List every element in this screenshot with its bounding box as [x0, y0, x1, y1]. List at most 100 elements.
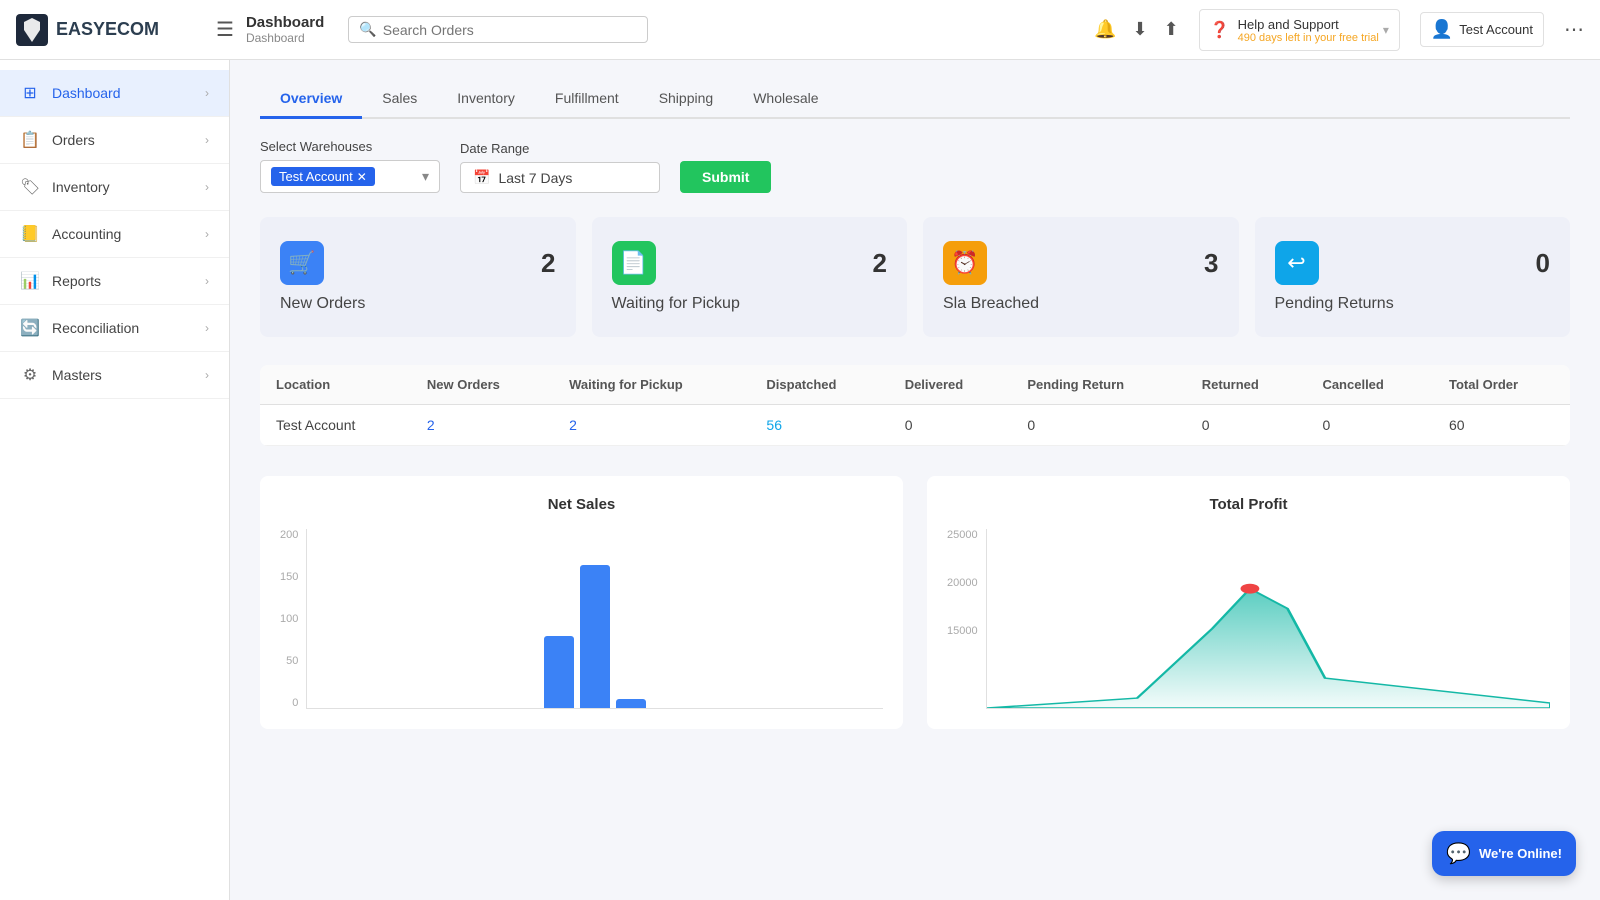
profit-area-chart — [987, 529, 1550, 708]
masters-icon: ⚙ — [20, 365, 40, 385]
col-delivered: Delivered — [889, 365, 1012, 405]
date-label: Date Range — [460, 141, 660, 156]
total-profit-chart: Total Profit 25000 20000 15000 — [927, 476, 1570, 729]
stat-card-new-orders[interactable]: 🛒 2 New Orders — [260, 217, 576, 337]
tab-shipping[interactable]: Shipping — [639, 80, 734, 119]
table-body: Test Account2256000060 — [260, 405, 1570, 446]
sidebar-label-accounting: Accounting — [52, 226, 121, 242]
reports-icon: 📊 — [20, 271, 40, 291]
waiting-pickup-label: Waiting for Pickup — [612, 295, 888, 313]
tab-wholesale[interactable]: Wholesale — [733, 80, 838, 119]
sla-breached-icon: ⏰ — [943, 241, 987, 285]
tab-bar: OverviewSalesInventoryFulfillmentShippin… — [260, 80, 1570, 119]
warehouse-tag: Test Account ✕ — [271, 167, 375, 186]
tab-fulfillment[interactable]: Fulfillment — [535, 80, 639, 119]
more-options-button[interactable]: ⋯ — [1564, 17, 1584, 42]
stat-card-header: ⏰ 3 — [943, 241, 1219, 285]
date-range-picker[interactable]: 📅 Last 7 Days — [460, 162, 660, 193]
chevron-right-icon: › — [205, 368, 209, 382]
chevron-right-icon: › — [205, 133, 209, 147]
chevron-right-icon: › — [205, 180, 209, 194]
download-icon[interactable]: ⬇ — [1132, 19, 1147, 40]
search-input[interactable] — [383, 22, 638, 38]
warehouse-tag-text: Test Account — [279, 169, 353, 184]
logo-icon — [16, 14, 48, 46]
col-location: Location — [260, 365, 411, 405]
breadcrumb-title: Dashboard — [246, 14, 324, 31]
sidebar-item-reconciliation[interactable]: 🔄 Reconciliation › — [0, 305, 229, 352]
sidebar-item-orders[interactable]: 📋 Orders › — [0, 117, 229, 164]
total-profit-y-labels: 25000 20000 15000 — [947, 529, 978, 709]
table-cell-5: 0 — [1011, 405, 1185, 446]
net-sales-bars — [306, 529, 883, 709]
charts-section: Net Sales 200 150 100 50 0 — [260, 476, 1570, 729]
net-sales-y-labels: 200 150 100 50 0 — [280, 529, 298, 709]
submit-button[interactable]: Submit — [680, 161, 771, 193]
table-cell-4: 0 — [889, 405, 1012, 446]
help-support-button[interactable]: ❓ Help and Support 490 days left in your… — [1199, 9, 1400, 51]
tab-inventory[interactable]: Inventory — [437, 80, 535, 119]
upload-icon[interactable]: ⬆ — [1164, 19, 1179, 40]
table-cell-0: Test Account — [260, 405, 411, 446]
chevron-right-icon: › — [205, 321, 209, 335]
warehouse-select[interactable]: Test Account ✕ ▾ — [260, 160, 440, 193]
col-pending-return: Pending Return — [1011, 365, 1185, 405]
search-icon: 🔍 — [359, 21, 376, 38]
account-icon: 👤 — [1431, 19, 1453, 40]
table-header-row: LocationNew OrdersWaiting for PickupDisp… — [260, 365, 1570, 405]
warehouse-chevron-icon: ▾ — [422, 168, 429, 185]
sidebar-label-reports: Reports — [52, 273, 101, 289]
orders-icon: 📋 — [20, 130, 40, 150]
sidebar-item-reports[interactable]: 📊 Reports › — [0, 258, 229, 305]
waiting-pickup-count: 2 — [873, 248, 887, 279]
total-profit-area — [986, 529, 1550, 709]
pending-returns-icon: ↩ — [1275, 241, 1319, 285]
action-icons: 🔔 ⬇ ⬆ — [1094, 19, 1179, 40]
app-name: EASYECOM — [56, 19, 159, 40]
tab-sales[interactable]: Sales — [362, 80, 437, 119]
stat-card-waiting-pickup[interactable]: 📄 2 Waiting for Pickup — [592, 217, 908, 337]
sla-breached-count: 3 — [1204, 248, 1218, 279]
layout: ⊞ Dashboard › 📋 Orders › 🏷 Inventory › 📒… — [0, 60, 1600, 900]
pending-returns-label: Pending Returns — [1275, 295, 1551, 313]
logo: EASYECOM — [16, 14, 216, 46]
filters-bar: Select Warehouses Test Account ✕ ▾ Date … — [260, 139, 1570, 193]
table-cell-6: 0 — [1186, 405, 1307, 446]
table-cell-2[interactable]: 2 — [553, 405, 750, 446]
sidebar-item-masters[interactable]: ⚙ Masters › — [0, 352, 229, 399]
reconciliation-icon: 🔄 — [20, 318, 40, 338]
col-waiting-for-pickup: Waiting for Pickup — [553, 365, 750, 405]
col-dispatched: Dispatched — [750, 365, 888, 405]
pending-returns-count: 0 — [1536, 248, 1550, 279]
waiting-pickup-icon: 📄 — [612, 241, 656, 285]
main-content: OverviewSalesInventoryFulfillmentShippin… — [230, 60, 1600, 900]
stat-card-pending-returns[interactable]: ↩ 0 Pending Returns — [1255, 217, 1571, 337]
table-cell-8: 60 — [1433, 405, 1570, 446]
table-cell-1[interactable]: 2 — [411, 405, 553, 446]
calendar-icon: 📅 — [473, 169, 490, 186]
topbar-actions: 🔔 ⬇ ⬆ ❓ Help and Support 490 days left i… — [1094, 9, 1584, 51]
table-cell-3[interactable]: 56 — [750, 405, 888, 446]
breadcrumb: Dashboard Dashboard — [246, 14, 324, 45]
warehouse-tag-close[interactable]: ✕ — [357, 170, 367, 184]
notification-icon[interactable]: 🔔 — [1094, 19, 1116, 40]
tab-overview[interactable]: Overview — [260, 80, 362, 119]
chevron-right-icon: › — [205, 274, 209, 288]
help-icon: ❓ — [1210, 20, 1230, 40]
sidebar: ⊞ Dashboard › 📋 Orders › 🏷 Inventory › 📒… — [0, 60, 230, 900]
table-row: Test Account2256000060 — [260, 405, 1570, 446]
chevron-down-icon: ▾ — [1383, 23, 1389, 37]
col-cancelled: Cancelled — [1306, 365, 1433, 405]
sidebar-item-inventory[interactable]: 🏷 Inventory › — [0, 164, 229, 211]
total-profit-title: Total Profit — [947, 496, 1550, 513]
search-box[interactable]: 🔍 — [348, 16, 648, 43]
menu-button[interactable]: ☰ — [216, 17, 234, 42]
orders-table: LocationNew OrdersWaiting for PickupDisp… — [260, 365, 1570, 446]
peak-dot — [1240, 584, 1259, 594]
account-menu[interactable]: 👤 Test Account — [1420, 12, 1544, 47]
sidebar-item-dashboard[interactable]: ⊞ Dashboard › — [0, 70, 229, 117]
chat-widget[interactable]: 💬 We're Online! — [1432, 831, 1576, 876]
stat-card-sla-breached[interactable]: ⏰ 3 Sla Breached — [923, 217, 1239, 337]
accounting-icon: 📒 — [20, 224, 40, 244]
sidebar-item-accounting[interactable]: 📒 Accounting › — [0, 211, 229, 258]
